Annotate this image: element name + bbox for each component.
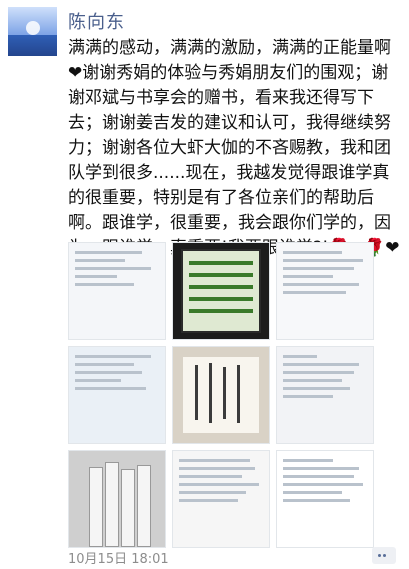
avatar-ground [8,35,57,56]
post-image-4[interactable] [68,346,166,444]
post-image-6[interactable] [276,346,374,444]
author-name[interactable]: 陈向东 [68,8,125,34]
post-timestamp: 10月15日 18:01 [68,552,169,567]
more-actions-button[interactable] [372,547,396,564]
post-image-3[interactable] [276,242,374,340]
post-image-5[interactable] [172,346,270,444]
post-image-9[interactable] [276,450,374,548]
post-image-2[interactable] [172,242,270,340]
post-image-1[interactable] [68,242,166,340]
image-grid [68,242,374,548]
post-image-8[interactable] [172,450,270,548]
avatar-flower [26,21,40,35]
author-avatar[interactable] [8,7,57,56]
post-image-7[interactable] [68,450,166,548]
